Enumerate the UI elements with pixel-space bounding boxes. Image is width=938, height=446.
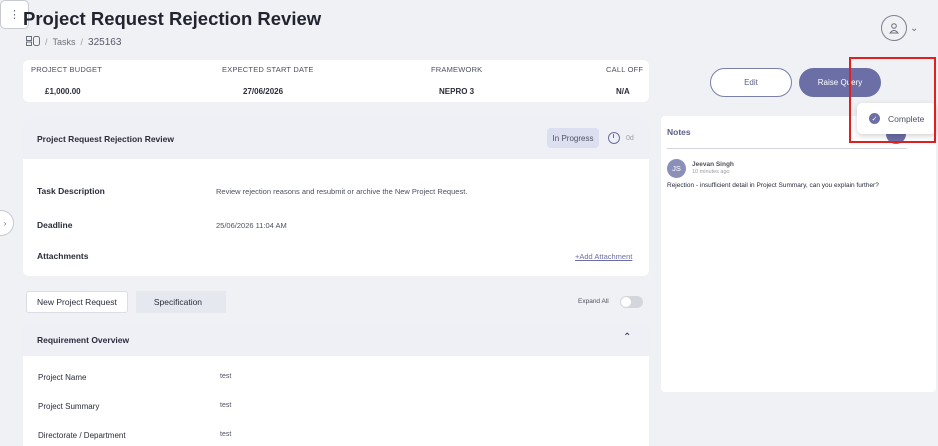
breadcrumb: / Tasks / 325163 (26, 36, 121, 48)
start-date-value: 27/06/2026 (243, 87, 284, 96)
note-text: Rejection - insufficient detail in Proje… (667, 182, 879, 189)
days-count: 0d (626, 135, 634, 142)
project-name-label: Project Name (38, 373, 87, 382)
summary-bar: PROJECT BUDGET £1,000.00 EXPECTED START … (23, 60, 649, 102)
notes-title: Notes (667, 127, 691, 137)
complete-label: Complete (888, 113, 925, 124)
deadline-value: 25/06/2026 11:04 AM (216, 221, 287, 230)
expand-all-label: Expand All (578, 298, 609, 305)
tab-bar: New Project Request Specification (26, 290, 227, 314)
complete-menu-item[interactable]: ✓ Complete (857, 103, 936, 134)
tab-new-project-request[interactable]: New Project Request (26, 291, 128, 313)
directorate-value: test (220, 431, 232, 438)
check-circle-icon: ✓ (869, 113, 880, 124)
add-attachment-link[interactable]: +Add Attachment (575, 252, 632, 261)
call-off-value: N/A (616, 87, 630, 96)
start-date-label: EXPECTED START DATE (222, 65, 314, 74)
page-title: Project Request Rejection Review (23, 8, 322, 29)
avatar: JS (667, 159, 686, 178)
board-icon[interactable] (26, 36, 40, 48)
status-badge: In Progress (547, 128, 599, 148)
chevron-down-icon[interactable]: ⌄ (910, 23, 918, 34)
requirement-header[interactable]: Requirement Overview ⌃ (23, 322, 649, 356)
breadcrumb-tasks[interactable]: Tasks (53, 37, 76, 47)
task-title: Project Request Rejection Review (37, 134, 174, 144)
note-author: Jeevan Singh (692, 161, 734, 168)
divider (667, 148, 907, 149)
clock-icon (608, 132, 620, 144)
project-summary-value: test (220, 402, 232, 409)
breadcrumb-task-id: 325163 (88, 36, 122, 48)
note-time: 10 minutes ago (692, 169, 730, 175)
requirement-title: Requirement Overview (37, 335, 130, 345)
project-name-value: test (220, 373, 232, 380)
chevron-up-icon[interactable]: ⌃ (623, 332, 631, 343)
notes-panel: Notes JS Jeevan Singh 10 minutes ago Rej… (661, 116, 936, 392)
attachments-label: Attachments (37, 251, 89, 261)
task-header: Project Request Rejection Review In Prog… (23, 118, 649, 159)
task-description-value: Review rejection reasons and resubmit or… (216, 187, 468, 196)
call-off-label: CALL OFF (606, 65, 644, 74)
breadcrumb-separator: / (80, 37, 84, 47)
tab-specification[interactable]: Specification (135, 291, 227, 313)
user-icon[interactable] (881, 15, 907, 41)
task-description-label: Task Description (37, 186, 105, 196)
user-menu[interactable]: ⌄ (881, 15, 918, 41)
requirement-card: Requirement Overview ⌃ Project Name test… (23, 322, 649, 446)
directorate-label: Directorate / Department (38, 431, 126, 440)
raise-query-button[interactable]: Raise Query (799, 68, 881, 97)
task-card: Project Request Rejection Review In Prog… (23, 118, 649, 276)
deadline-label: Deadline (37, 220, 73, 230)
edit-button[interactable]: Edit (710, 68, 792, 97)
framework-value: NEPRO 3 (439, 87, 475, 96)
expand-all-toggle[interactable] (620, 296, 643, 308)
budget-label: PROJECT BUDGET (31, 65, 103, 74)
project-summary-label: Project Summary (38, 402, 100, 411)
framework-label: FRAMEWORK (431, 65, 483, 74)
budget-value: £1,000.00 (45, 87, 81, 96)
breadcrumb-separator: / (45, 37, 48, 47)
sidebar-expand-icon[interactable]: › (0, 210, 14, 236)
